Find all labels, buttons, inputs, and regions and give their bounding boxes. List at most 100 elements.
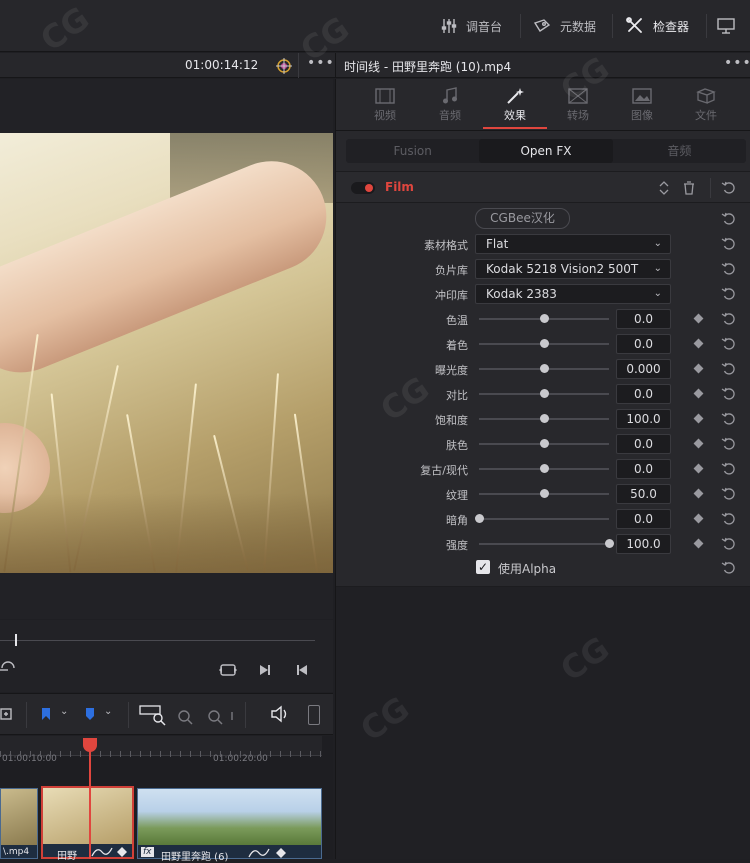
clip-3-curve-icon[interactable]: [248, 847, 270, 859]
tab-audio[interactable]: 音频: [420, 85, 480, 123]
loop-icon[interactable]: [0, 660, 16, 676]
keyframe-icon[interactable]: [693, 313, 704, 324]
keyframe-icon[interactable]: [693, 513, 704, 524]
tab-video-label: 视频: [374, 109, 396, 122]
reset-icon[interactable]: [721, 486, 737, 502]
subtab-audio[interactable]: 音频: [613, 139, 746, 163]
contrast-value-field[interactable]: 0.0: [616, 384, 671, 404]
flag-dropdown-chevron-icon[interactable]: ⌄: [60, 706, 68, 717]
grain-slider-knob[interactable]: [539, 489, 549, 498]
clip-2-keyframe-icon[interactable]: [117, 847, 127, 857]
tint-value-field[interactable]: 0.0: [616, 334, 671, 354]
reset-icon[interactable]: [721, 311, 737, 327]
keyframe-icon[interactable]: [693, 438, 704, 449]
tab-image[interactable]: 图像: [612, 85, 672, 123]
keyframe-icon[interactable]: [693, 388, 704, 399]
vignette-slider[interactable]: [479, 518, 609, 520]
inspector-more-icon[interactable]: •••: [724, 55, 750, 71]
scrubber-track[interactable]: [0, 640, 315, 641]
grain-value-field[interactable]: 50.0: [616, 484, 671, 504]
reset-icon[interactable]: [721, 411, 737, 427]
saturation-slider-knob[interactable]: [539, 414, 549, 423]
prev-frame-icon[interactable]: [295, 663, 309, 677]
skin-tone-slider-knob[interactable]: [539, 439, 549, 448]
scrubber-playhead[interactable]: [15, 634, 17, 646]
temperature-slider-knob[interactable]: [539, 314, 549, 323]
video-frame[interactable]: [0, 133, 333, 573]
vignette-slider-knob[interactable]: [474, 514, 484, 523]
tab-transition[interactable]: 转场: [548, 85, 608, 123]
effect-reset-icon[interactable]: [721, 180, 737, 196]
effect-enable-toggle[interactable]: [351, 182, 375, 194]
tab-effects[interactable]: 效果: [483, 85, 547, 129]
keyframe-icon[interactable]: [693, 488, 704, 499]
print-stock-select[interactable]: Kodak 2383 ⌄: [475, 284, 671, 304]
volume-slider[interactable]: [308, 705, 320, 725]
reset-icon[interactable]: [721, 536, 737, 552]
keyframe-icon[interactable]: [693, 338, 704, 349]
exposure-slider-knob[interactable]: [539, 364, 549, 373]
color-wheel-icon[interactable]: [275, 57, 293, 75]
reset-icon[interactable]: [721, 436, 737, 452]
use-alpha-checkbox[interactable]: ✓: [476, 560, 490, 574]
timeline-playhead[interactable]: [89, 750, 91, 859]
keyframe-icon[interactable]: [693, 463, 704, 474]
next-frame-icon[interactable]: [258, 663, 272, 677]
reset-icon[interactable]: [721, 361, 737, 377]
reset-icon[interactable]: [721, 386, 737, 402]
reset-icon[interactable]: [721, 560, 737, 576]
timeline-clip-1[interactable]: \.mp4: [0, 788, 38, 859]
zoom-full-icon[interactable]: [138, 704, 168, 726]
marker-dropdown-chevron-icon[interactable]: ⌄: [104, 706, 112, 717]
skin-tone-value-field[interactable]: 0.0: [616, 434, 671, 454]
timeline-clip-3[interactable]: fx 田野里奔跑 (6): [137, 788, 322, 863]
zoom-custom-icon[interactable]: [202, 704, 236, 726]
cgbee-button[interactable]: CGBee汉化: [475, 208, 570, 229]
clip-3-keyframe-icon[interactable]: [276, 848, 286, 858]
clip-2-curve-icon[interactable]: [91, 846, 113, 858]
strength-slider[interactable]: [479, 543, 609, 545]
keyframe-icon[interactable]: [693, 413, 704, 424]
strength-value-field[interactable]: 100.0: [616, 534, 671, 554]
keyframe-icon[interactable]: [693, 538, 704, 549]
reset-icon[interactable]: [721, 336, 737, 352]
metadata-button[interactable]: 元数据: [532, 14, 596, 38]
timeline-clip-2[interactable]: 田野: [41, 786, 134, 862]
match-frame-icon[interactable]: [218, 662, 238, 678]
insert-clip-icon[interactable]: [0, 706, 14, 722]
keyframe-icon[interactable]: [693, 363, 704, 374]
reset-icon[interactable]: [721, 261, 737, 277]
reorder-icon[interactable]: [658, 180, 670, 196]
inspector-header: 时间线 - 田野里奔跑 (10).mp4 •••: [335, 53, 750, 78]
footage-format-select[interactable]: Flat ⌄: [475, 234, 671, 254]
vintage-modern-value-field[interactable]: 0.0: [616, 459, 671, 479]
metadata-label: 元数据: [560, 19, 597, 34]
tab-video[interactable]: 视频: [355, 85, 415, 123]
vintage-modern-slider-knob[interactable]: [539, 464, 549, 473]
strength-slider-knob[interactable]: [604, 539, 614, 548]
tab-file[interactable]: 文件: [676, 85, 736, 123]
subtab-openfx[interactable]: Open FX: [479, 139, 613, 163]
tint-slider-knob[interactable]: [539, 339, 549, 348]
reset-icon[interactable]: [721, 236, 737, 252]
marker-blue-icon[interactable]: [84, 706, 96, 722]
saturation-value-field[interactable]: 100.0: [616, 409, 671, 429]
reset-icon[interactable]: [721, 511, 737, 527]
vignette-value-field[interactable]: 0.0: [616, 509, 671, 529]
exposure-value-field[interactable]: 0.000: [616, 359, 671, 379]
flag-blue-icon[interactable]: [40, 706, 52, 722]
negative-stock-select[interactable]: Kodak 5218 Vision2 500T ⌄: [475, 259, 671, 279]
mixer-button[interactable]: 调音台: [440, 14, 502, 38]
zoom-detail-icon[interactable]: [172, 704, 196, 726]
temperature-value-field[interactable]: 0.0: [616, 309, 671, 329]
fullscreen-button[interactable]: [716, 14, 736, 38]
viewer-more-icon[interactable]: •••: [307, 55, 335, 71]
cgbee-reset-icon[interactable]: [721, 211, 737, 227]
inspector-button[interactable]: 检查器: [625, 14, 689, 38]
reset-icon[interactable]: [721, 461, 737, 477]
contrast-slider-knob[interactable]: [539, 389, 549, 398]
volume-icon[interactable]: [270, 705, 290, 723]
subtab-fusion[interactable]: Fusion: [346, 139, 479, 163]
reset-icon[interactable]: [721, 286, 737, 302]
trash-icon[interactable]: [682, 180, 696, 196]
